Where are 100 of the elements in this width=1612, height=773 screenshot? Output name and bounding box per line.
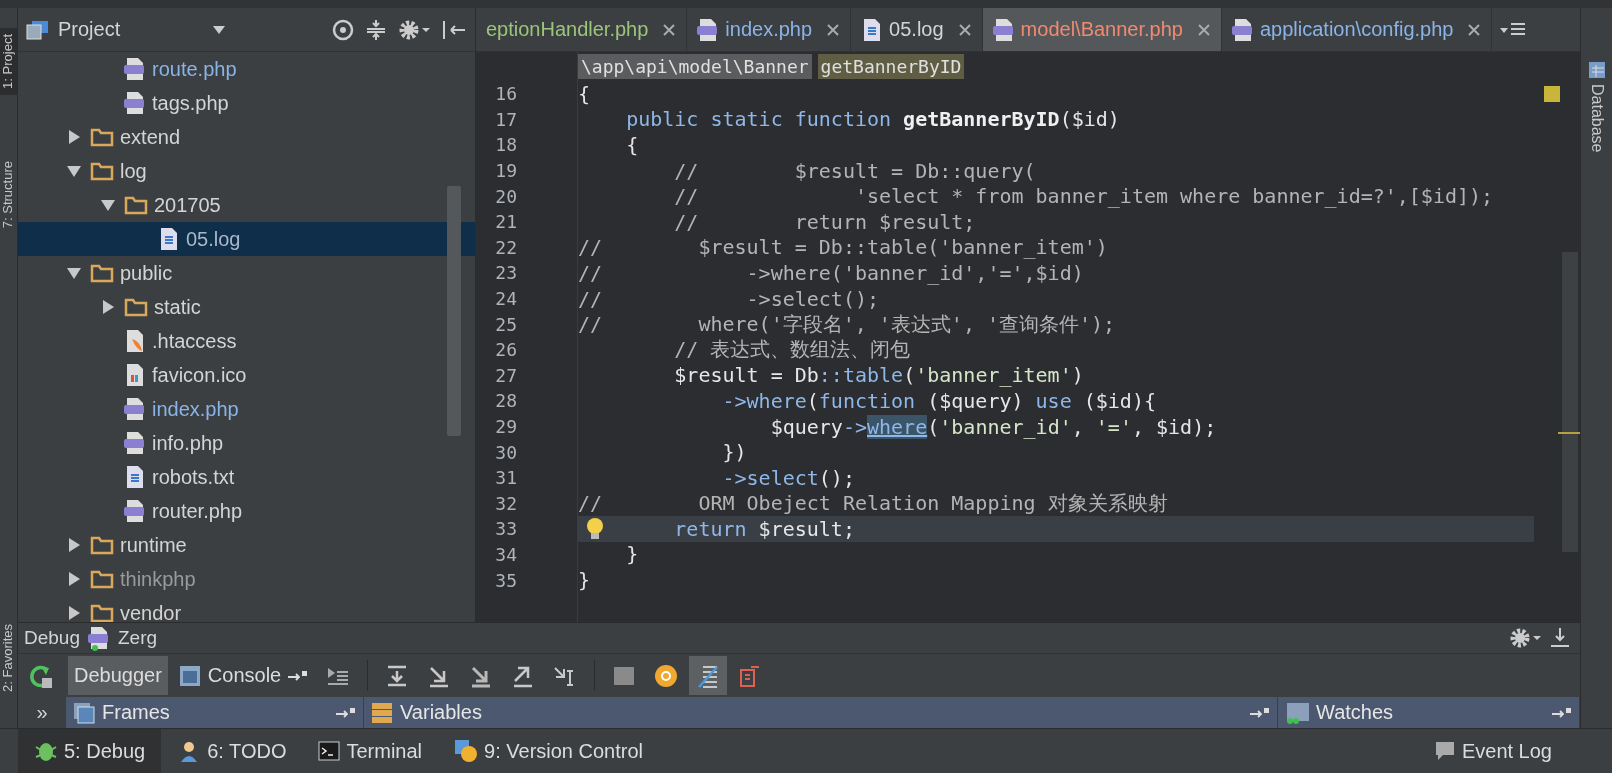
tool-window-button[interactable]: 5: Debug bbox=[18, 729, 162, 773]
folder-icon bbox=[90, 263, 114, 283]
code-line: $result = Db::table('banner_item') bbox=[673, 362, 1085, 389]
tree-item[interactable]: 201705 bbox=[18, 188, 475, 222]
tree-item[interactable]: tags.php bbox=[18, 86, 475, 120]
tree-item[interactable]: robots.txt bbox=[18, 460, 475, 494]
line-number: 29 bbox=[494, 415, 518, 439]
file-name: log bbox=[120, 159, 147, 183]
close-icon[interactable] bbox=[1467, 22, 1482, 37]
file-name: favicon.ico bbox=[152, 363, 247, 387]
scrollbar-thumb[interactable] bbox=[1562, 252, 1578, 552]
scrollbar-thumb[interactable] bbox=[447, 186, 461, 436]
close-icon[interactable] bbox=[826, 22, 841, 37]
tool-window-tab[interactable]: 2: Favorites bbox=[0, 618, 17, 698]
line-number: 24 bbox=[494, 287, 518, 312]
pane-title: Watches bbox=[1316, 701, 1394, 724]
tree-item[interactable]: favicon.ico bbox=[18, 358, 475, 392]
tree-item[interactable]: info.php bbox=[18, 426, 475, 460]
file-name: static bbox=[154, 295, 201, 319]
editor-tab[interactable]: eptionHandler.php bbox=[476, 8, 688, 51]
run-configuration: Zerg bbox=[118, 627, 158, 649]
editor-tab[interactable]: 05.log bbox=[851, 8, 983, 51]
collapsed-arrow-icon[interactable] bbox=[66, 129, 82, 145]
expanded-arrow-icon[interactable] bbox=[66, 265, 82, 281]
breadcrumb[interactable]: \app\api\model\Banner bbox=[578, 54, 812, 79]
close-icon[interactable] bbox=[1196, 22, 1211, 37]
panel-title: Debug bbox=[24, 627, 80, 649]
tree-item[interactable]: runtime bbox=[18, 528, 475, 562]
line-number: 22 bbox=[494, 235, 518, 260]
tree-item[interactable]: router.php bbox=[18, 494, 475, 528]
expanded-arrow-icon[interactable] bbox=[100, 197, 116, 213]
tab-title: 05.log bbox=[889, 18, 944, 41]
tree-item[interactable]: 05.log bbox=[18, 222, 475, 256]
download-icon[interactable] bbox=[1548, 626, 1572, 650]
line-number: 25 bbox=[494, 312, 518, 337]
pin-icon[interactable] bbox=[287, 668, 310, 683]
folder-icon bbox=[124, 297, 148, 317]
event-log-button[interactable]: Event Log bbox=[1417, 729, 1612, 773]
status-marker-icon bbox=[1544, 86, 1560, 102]
tree-item[interactable]: vendor bbox=[18, 596, 475, 622]
database-icon bbox=[1586, 60, 1607, 80]
warning-stripe bbox=[1558, 432, 1580, 434]
speech-bubble-icon bbox=[1433, 740, 1456, 762]
tree-item[interactable]: thinkphp bbox=[18, 562, 475, 596]
settings-icon[interactable] bbox=[1508, 626, 1542, 650]
close-icon[interactable] bbox=[662, 22, 677, 37]
collapsed-arrow-icon[interactable] bbox=[66, 537, 82, 553]
tree-item[interactable]: .htaccess bbox=[18, 324, 475, 358]
pane-title: Variables bbox=[400, 701, 482, 724]
tab-title: eptionHandler.php bbox=[486, 18, 649, 41]
collapsed-arrow-icon[interactable] bbox=[66, 605, 82, 621]
tool-window-button[interactable]: 6: TODO bbox=[161, 729, 303, 773]
debug-tab[interactable]: Console bbox=[171, 656, 316, 695]
tool-window-button[interactable]: 9: Version Control bbox=[438, 729, 660, 773]
file-name: extend bbox=[120, 125, 181, 149]
tree-item[interactable]: public bbox=[18, 256, 475, 290]
tree-item[interactable]: index.php bbox=[18, 392, 475, 426]
line-number: 20 bbox=[494, 184, 518, 209]
debug-tab[interactable]: Debugger bbox=[68, 656, 168, 695]
folder-icon bbox=[90, 569, 114, 589]
pin-icon[interactable] bbox=[1551, 705, 1573, 720]
locate-icon[interactable] bbox=[331, 17, 355, 42]
folder-icon bbox=[124, 195, 148, 215]
tree-item[interactable]: extend bbox=[18, 120, 475, 154]
tree-item[interactable]: log bbox=[18, 154, 475, 188]
file-name: public bbox=[120, 261, 173, 285]
code-line: // return $result; bbox=[673, 208, 977, 235]
php-file-icon bbox=[1231, 17, 1254, 42]
breadcrumb[interactable]: getBannerByID bbox=[817, 54, 965, 79]
editor-tab[interactable]: index.php bbox=[687, 8, 852, 51]
tree-item[interactable]: route.php bbox=[18, 52, 475, 86]
more-button[interactable]: » bbox=[18, 697, 66, 728]
editor-tab[interactable]: application\config.php bbox=[1221, 8, 1493, 51]
code-line: } bbox=[578, 567, 592, 593]
collapsed-arrow-icon[interactable] bbox=[100, 299, 116, 315]
pin-icon[interactable] bbox=[1249, 705, 1271, 720]
lightbulb-icon[interactable] bbox=[586, 517, 604, 542]
tool-window-tab[interactable]: Database bbox=[1587, 84, 1606, 153]
tool-window-button[interactable]: Terminal bbox=[302, 729, 439, 773]
file-name: thinkphp bbox=[120, 567, 196, 591]
file-name: route.php bbox=[152, 57, 237, 81]
expanded-arrow-icon[interactable] bbox=[66, 163, 82, 179]
close-icon[interactable] bbox=[957, 22, 972, 37]
collapse-all-icon[interactable] bbox=[365, 17, 387, 42]
tree-item[interactable]: static bbox=[18, 290, 475, 324]
toolbar-button[interactable] bbox=[689, 656, 728, 695]
tab-title: application\config.php bbox=[1259, 18, 1454, 41]
tool-window-tab[interactable]: 7: Structure bbox=[0, 154, 17, 235]
file-name: vendor bbox=[120, 601, 182, 622]
line-number: 16 bbox=[494, 82, 518, 107]
php-file-icon bbox=[124, 499, 146, 523]
console-icon bbox=[177, 663, 202, 688]
tool-window-tab[interactable]: 1: Project bbox=[0, 28, 17, 95]
dropdown-caret-icon bbox=[212, 24, 226, 35]
collapsed-arrow-icon[interactable] bbox=[66, 571, 82, 587]
code-line: // 'select * from banner_item where banner_id=?',[$id]); bbox=[673, 183, 1495, 209]
code-line: { bbox=[625, 132, 640, 158]
pin-icon[interactable] bbox=[335, 705, 357, 720]
file-name: router.php bbox=[152, 499, 243, 523]
project-view-dropdown[interactable]: Project bbox=[26, 18, 226, 41]
